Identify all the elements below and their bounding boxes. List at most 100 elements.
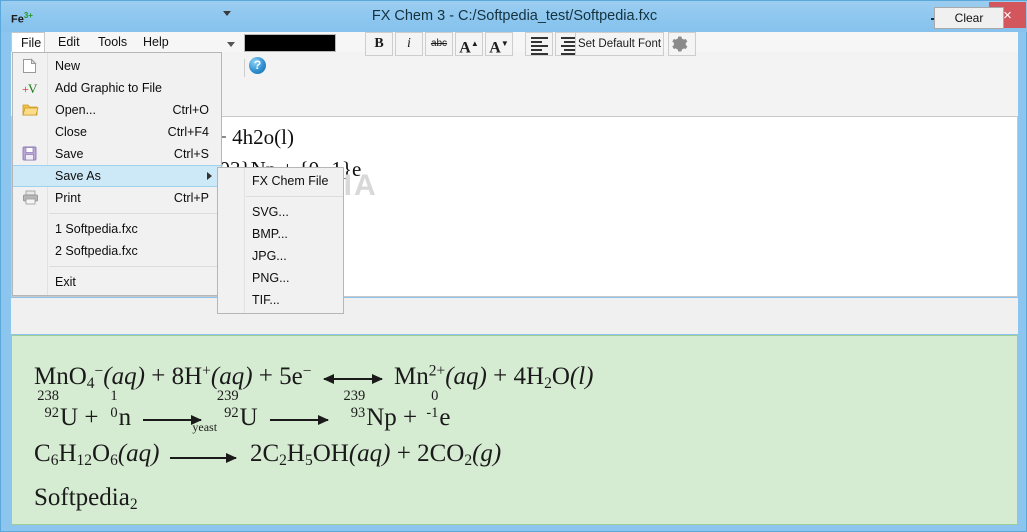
settings-gear-button[interactable] xyxy=(668,32,696,56)
menu-item-label: Open... xyxy=(55,103,96,117)
menu-help[interactable]: Help xyxy=(134,32,178,52)
plus-sign: + xyxy=(396,440,411,467)
increase-font-label: A xyxy=(459,39,471,57)
submenu-item-label: BMP... xyxy=(252,227,288,241)
save-as-submenu: FX Chem File SVG... BMP... JPG... PNG...… xyxy=(217,167,344,314)
menu-item-label: Add Graphic to File xyxy=(55,81,162,95)
menu-item-label: 2 Softpedia.fxc xyxy=(55,244,138,258)
submenu-item-fx-chem-file[interactable]: FX Chem File xyxy=(218,170,343,192)
menu-file[interactable]: File xyxy=(11,32,45,52)
species-mno4: MnO4−(aq) xyxy=(34,362,145,392)
submenu-item-bmp[interactable]: BMP... xyxy=(218,223,343,245)
printer-icon xyxy=(22,190,39,206)
species-glucose: C6H12O6(aq) xyxy=(34,440,160,469)
align-bar xyxy=(530,37,548,39)
caret-up-icon: ▲ xyxy=(470,39,479,48)
toolbar-separator xyxy=(244,59,245,77)
open-folder-icon xyxy=(22,102,39,118)
new-document-icon xyxy=(22,58,39,74)
chevron-down-icon[interactable] xyxy=(223,11,231,16)
menu-item-shortcut: Ctrl+F4 xyxy=(167,125,209,139)
menu-item-label: Exit xyxy=(55,275,76,289)
align-bar xyxy=(531,41,542,43)
submenu-arrow-icon xyxy=(207,172,212,180)
caret-down-icon: ▼ xyxy=(500,39,509,48)
set-default-font-button[interactable]: Set Default Font xyxy=(575,32,664,56)
plus-sign: + xyxy=(84,404,99,431)
plus-sign: + xyxy=(258,362,273,390)
menu-item-open[interactable]: Open... Ctrl+O xyxy=(13,99,221,121)
menu-separator xyxy=(49,213,221,214)
plus-sign: + xyxy=(151,362,166,390)
rendered-footer-text: Softpedia2 xyxy=(34,484,138,514)
footer-subscript: 2 xyxy=(129,495,138,513)
menu-item-shortcut: Ctrl+O xyxy=(172,103,209,117)
submenu-item-label: FX Chem File xyxy=(252,174,329,188)
rendered-equation-3: C6H12O6(aq) yeast 2C2H5OH(aq) + 2CO2(g) xyxy=(34,420,502,470)
strikethrough-button[interactable]: abc xyxy=(425,32,453,56)
menu-item-recent-2[interactable]: 2 Softpedia.fxc xyxy=(13,240,221,262)
nuclide-u238: 238 92 xyxy=(37,388,59,422)
align-bar xyxy=(563,41,575,43)
align-bar xyxy=(530,53,548,55)
menu-item-shortcut: Ctrl+P xyxy=(173,191,209,205)
species-8h: 8H+(aq) xyxy=(171,362,253,390)
menu-edit[interactable]: Edit xyxy=(49,32,89,52)
floppy-disk-icon xyxy=(22,146,39,162)
menu-item-close[interactable]: Close Ctrl+F4 xyxy=(13,121,221,143)
menu-item-label: 1 Softpedia.fxc xyxy=(55,222,138,236)
menu-item-label: New xyxy=(55,59,81,73)
species-4h2o: 4H2O(l) xyxy=(513,362,594,392)
catalyst-label: yeast xyxy=(192,420,218,435)
nuclide-np239: 239 93 xyxy=(343,388,366,422)
rendered-equation-1: MnO4−(aq) + 8H+(aq) + 5e− Mn2+(aq) + 4H2… xyxy=(34,362,593,392)
menu-item-exit[interactable]: Exit xyxy=(13,271,221,293)
species-ethanol: 2C2H5OH(aq) xyxy=(249,440,391,469)
species-co2: 2CO2(g) xyxy=(417,440,502,469)
gear-icon xyxy=(672,36,688,52)
plus-sign: + xyxy=(493,362,508,390)
file-dropdown-menu: New + V Add Graphic to File Open... Ctrl… xyxy=(12,52,222,296)
submenu-item-label: PNG... xyxy=(252,271,290,285)
submenu-item-label: SVG... xyxy=(252,205,289,219)
menu-item-label: Close xyxy=(55,125,87,139)
menu-item-add-graphic[interactable]: + V Add Graphic to File xyxy=(13,77,221,99)
menu-item-save[interactable]: Save Ctrl+S xyxy=(13,143,221,165)
submenu-item-label: JPG... xyxy=(252,249,287,263)
nuclide-neutron: 10 xyxy=(110,388,118,422)
application-window: Fe3+ FX Chem 3 - C:/Softpedia_test/Softp… xyxy=(0,0,1027,532)
clear-button[interactable]: Clear xyxy=(934,7,1004,29)
menu-item-recent-1[interactable]: 1 Softpedia.fxc xyxy=(13,218,221,240)
footer-word: Softpedia xyxy=(34,484,130,511)
submenu-item-jpg[interactable]: JPG... xyxy=(218,245,343,267)
plus-sign: + xyxy=(403,404,418,431)
menu-item-shortcut: Ctrl+S xyxy=(173,147,209,161)
submenu-item-label: TIF... xyxy=(252,293,280,307)
window-title: FX Chem 3 - C:/Softpedia_test/Softpedia.… xyxy=(371,8,658,24)
decrease-font-size-button[interactable]: A▼ xyxy=(485,32,513,56)
decrease-font-label: A xyxy=(489,39,501,57)
menu-item-print[interactable]: Print Ctrl+P xyxy=(13,187,221,209)
bold-button[interactable]: B xyxy=(365,32,393,56)
menu-item-new[interactable]: New xyxy=(13,55,221,77)
increase-font-size-button[interactable]: A▲ xyxy=(455,32,483,56)
equation-preview-pane: MnO4−(aq) + 8H+(aq) + 5e− Mn2+(aq) + 4H2… xyxy=(11,335,1018,525)
title-bar: Fe3+ FX Chem 3 - C:/Softpedia_test/Softp… xyxy=(1,1,1027,32)
menu-item-label: Save xyxy=(55,147,84,161)
align-left-button[interactable] xyxy=(525,32,553,56)
editor-action-bar xyxy=(11,298,1018,334)
font-family-dropdown[interactable] xyxy=(223,35,239,53)
submenu-separator xyxy=(246,196,343,197)
submenu-item-svg[interactable]: SVG... xyxy=(218,201,343,223)
menu-item-save-as[interactable]: Save As xyxy=(13,165,221,187)
italic-button[interactable]: i xyxy=(395,32,423,56)
help-icon[interactable]: ? xyxy=(249,57,266,74)
rendered-equation-2: 238 92 U + 10n 239 92 U 239 93 Np + 0 -1 e xyxy=(34,388,450,432)
submenu-item-tif[interactable]: TIF... xyxy=(218,289,343,311)
menu-tools[interactable]: Tools xyxy=(89,32,136,52)
align-bar xyxy=(530,45,548,47)
submenu-item-png[interactable]: PNG... xyxy=(218,267,343,289)
font-color-swatch[interactable] xyxy=(244,34,336,52)
menu-separator xyxy=(49,266,221,267)
species-mn2plus: Mn2+(aq) xyxy=(394,362,487,390)
